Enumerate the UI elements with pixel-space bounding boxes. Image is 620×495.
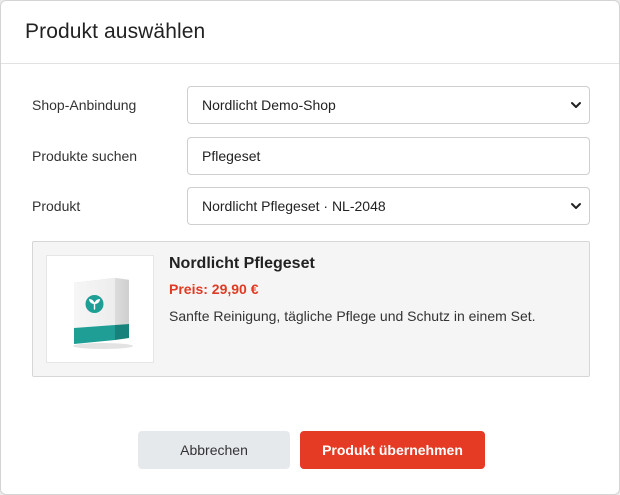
dialog-header: Produkt auswählen xyxy=(1,1,619,64)
product-description: Sanfte Reinigung, tägliche Pflege und Sc… xyxy=(169,308,536,324)
search-input-value: Pflegeset xyxy=(202,148,261,164)
product-select-value: Nordlicht Pflegeset · NL-2048 xyxy=(202,198,386,214)
product-box-illustration xyxy=(73,277,133,349)
product-preview-card: Nordlicht Pflegeset Preis: 29,90 € Sanft… xyxy=(32,241,590,377)
search-row: Produkte suchen Pflegeset xyxy=(32,137,590,175)
shop-select[interactable]: Nordlicht Demo-Shop xyxy=(187,86,590,124)
leaf-icon xyxy=(85,295,104,313)
search-label: Produkte suchen xyxy=(32,148,138,164)
apply-product-button[interactable]: Produkt übernehmen xyxy=(300,431,485,469)
shop-row: Shop-Anbindung Nordlicht Demo-Shop xyxy=(32,86,590,124)
product-select-dialog: Produkt auswählen Shop-Anbindung Nordlic… xyxy=(0,0,620,495)
product-name: Nordlicht Pflegeset xyxy=(169,255,315,272)
product-row: Produkt Nordlicht Pflegeset · NL-2048 xyxy=(32,187,590,225)
shop-label: Shop-Anbindung xyxy=(32,97,137,113)
product-image xyxy=(46,255,154,363)
product-search-input[interactable]: Pflegeset xyxy=(187,137,590,175)
chevron-down-icon xyxy=(571,102,581,108)
product-select[interactable]: Nordlicht Pflegeset · NL-2048 xyxy=(187,187,590,225)
shop-select-value: Nordlicht Demo-Shop xyxy=(202,97,336,113)
dialog-title: Produkt auswählen xyxy=(25,20,206,43)
product-label: Produkt xyxy=(32,198,81,214)
chevron-down-icon xyxy=(571,203,581,209)
cancel-button[interactable]: Abbrechen xyxy=(138,431,290,469)
product-price: Preis: 29,90 € xyxy=(169,281,259,297)
